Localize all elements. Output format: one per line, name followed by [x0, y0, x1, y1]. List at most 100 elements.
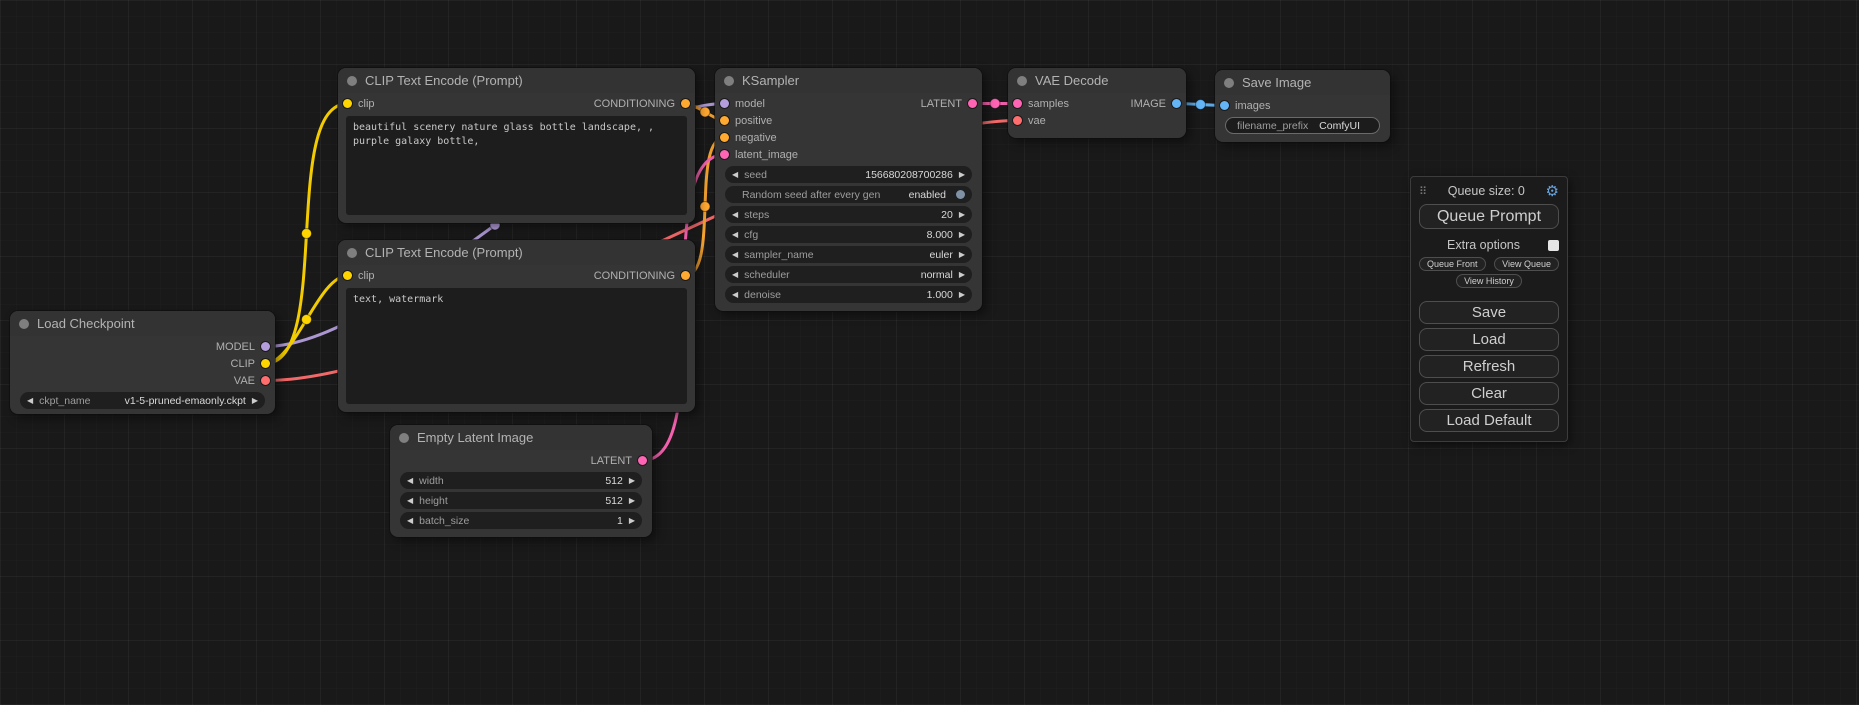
prompt-textarea[interactable]: beautiful scenery nature glass bottle la… — [346, 116, 687, 215]
extra-options-row: Extra options — [1419, 237, 1559, 253]
node-load-checkpoint[interactable]: Load Checkpoint MODEL CLIP VAE ◀ ckpt_na… — [10, 311, 275, 414]
port-dot-vae-input[interactable] — [1013, 116, 1022, 125]
node-title-label: KSampler — [742, 73, 799, 88]
decrement-arrow-icon[interactable]: ◀ — [732, 251, 738, 259]
decrement-arrow-icon[interactable]: ◀ — [407, 497, 413, 505]
increment-arrow-icon[interactable]: ▶ — [959, 291, 965, 299]
port-dot-vae-output[interactable] — [261, 376, 270, 385]
port-dot-latent-output[interactable] — [638, 456, 647, 465]
decrement-arrow-icon[interactable]: ◀ — [732, 271, 738, 279]
port-dot-model-input[interactable] — [720, 99, 729, 108]
output-slot-model: MODEL — [10, 338, 275, 355]
decrement-arrow-icon[interactable]: ◀ — [27, 397, 33, 405]
node-ksampler[interactable]: KSampler model positive negative latent_… — [715, 68, 982, 311]
node-empty-latent-image[interactable]: Empty Latent Image LATENT ◀ width 512 ▶ … — [390, 425, 652, 537]
queue-prompt-button[interactable]: Queue Prompt — [1419, 204, 1559, 229]
widget-batch-size[interactable]: ◀ batch_size 1 ▶ — [400, 512, 642, 529]
collapse-dot[interactable] — [724, 76, 734, 86]
node-save-image[interactable]: Save Image images filename_prefix ComfyU… — [1215, 70, 1390, 142]
settings-gear-icon[interactable]: ⚙ — [1546, 184, 1559, 199]
increment-arrow-icon[interactable]: ▶ — [629, 477, 635, 485]
increment-arrow-icon[interactable]: ▶ — [629, 517, 635, 525]
increment-arrow-icon[interactable]: ▶ — [959, 271, 965, 279]
collapse-dot[interactable] — [399, 433, 409, 443]
port-dot-negative-input[interactable] — [720, 133, 729, 142]
widget-random-seed-toggle[interactable]: Random seed after every gen enabled — [725, 186, 972, 203]
decrement-arrow-icon[interactable]: ◀ — [732, 291, 738, 299]
port-dot-images-input[interactable] — [1220, 101, 1229, 110]
output-slot-vae: VAE — [10, 372, 275, 389]
widget-cfg[interactable]: ◀ cfg 8.000 ▶ — [725, 226, 972, 243]
load-default-button[interactable]: Load Default — [1419, 409, 1559, 432]
collapse-dot[interactable] — [347, 76, 357, 86]
widget-filename-prefix[interactable]: filename_prefix ComfyUI — [1225, 117, 1380, 134]
widget-denoise[interactable]: ◀ denoise 1.000 ▶ — [725, 286, 972, 303]
collapse-dot[interactable] — [19, 319, 29, 329]
drag-handle-icon[interactable]: ⠿ — [1419, 185, 1427, 198]
increment-arrow-icon[interactable]: ▶ — [959, 231, 965, 239]
decrement-arrow-icon[interactable]: ◀ — [732, 171, 738, 179]
port-dot-latent-output[interactable] — [968, 99, 977, 108]
widget-width[interactable]: ◀ width 512 ▶ — [400, 472, 642, 489]
node-header[interactable]: VAE Decode — [1008, 68, 1186, 93]
widget-ckpt-name[interactable]: ◀ ckpt_name v1-5-pruned-emaonly.ckpt ▶ — [20, 392, 265, 409]
decrement-arrow-icon[interactable]: ◀ — [732, 231, 738, 239]
node-clip-text-encode-negative[interactable]: CLIP Text Encode (Prompt) clip CONDITION… — [338, 240, 695, 412]
node-header[interactable]: Save Image — [1215, 70, 1390, 95]
increment-arrow-icon[interactable]: ▶ — [959, 211, 965, 219]
node-clip-text-encode-positive[interactable]: CLIP Text Encode (Prompt) clip CONDITION… — [338, 68, 695, 223]
widget-scheduler[interactable]: ◀ scheduler normal ▶ — [725, 266, 972, 283]
widget-seed[interactable]: ◀ seed 156680208700286 ▶ — [725, 166, 972, 183]
collapse-dot[interactable] — [1017, 76, 1027, 86]
port-dot-conditioning-output[interactable] — [681, 99, 690, 108]
output-slot-clip: CLIP — [10, 355, 275, 372]
node-header[interactable]: Empty Latent Image — [390, 425, 652, 450]
node-header[interactable]: KSampler — [715, 68, 982, 93]
port-dot-clip-output[interactable] — [261, 359, 270, 368]
slot-label: clip — [358, 98, 375, 110]
increment-arrow-icon[interactable]: ▶ — [959, 251, 965, 259]
node-title-label: Save Image — [1242, 75, 1311, 90]
node-header[interactable]: Load Checkpoint — [10, 311, 275, 336]
collapse-dot[interactable] — [347, 248, 357, 258]
widget-steps[interactable]: ◀ steps 20 ▶ — [725, 206, 972, 223]
extra-options-checkbox[interactable] — [1548, 240, 1559, 251]
node-vae-decode[interactable]: VAE Decode samples IMAGE vae — [1008, 68, 1186, 138]
clear-button[interactable]: Clear — [1419, 382, 1559, 405]
port-dot-model-output[interactable] — [261, 342, 270, 351]
input-slot-images: images — [1215, 97, 1390, 114]
increment-arrow-icon[interactable]: ▶ — [629, 497, 635, 505]
prompt-textarea[interactable]: text, watermark — [346, 288, 687, 404]
input-slot-positive: positive — [715, 112, 982, 129]
node-header[interactable]: CLIP Text Encode (Prompt) — [338, 68, 695, 93]
port-dot-conditioning-output[interactable] — [681, 271, 690, 280]
port-dot-clip-input[interactable] — [343, 271, 352, 280]
node-header[interactable]: CLIP Text Encode (Prompt) — [338, 240, 695, 265]
save-button[interactable]: Save — [1419, 301, 1559, 324]
increment-arrow-icon[interactable]: ▶ — [959, 171, 965, 179]
view-queue-button[interactable]: View Queue — [1494, 257, 1559, 271]
widget-height[interactable]: ◀ height 512 ▶ — [400, 492, 642, 509]
wire-midpoint-dot — [302, 229, 312, 239]
port-dot-clip-input[interactable] — [343, 99, 352, 108]
widget-sampler-name[interactable]: ◀ sampler_name euler ▶ — [725, 246, 972, 263]
port-dot-samples-input[interactable] — [1013, 99, 1022, 108]
view-history-button[interactable]: View History — [1456, 274, 1522, 288]
queue-front-button[interactable]: Queue Front — [1419, 257, 1486, 271]
collapse-dot[interactable] — [1224, 78, 1234, 88]
slot-label: vae — [1028, 115, 1046, 127]
port-dot-image-output[interactable] — [1172, 99, 1181, 108]
increment-arrow-icon[interactable]: ▶ — [252, 397, 258, 405]
output-slot-image: IMAGE — [1131, 98, 1181, 110]
port-dot-latent-input[interactable] — [720, 150, 729, 159]
load-button[interactable]: Load — [1419, 328, 1559, 351]
slot-label: IMAGE — [1131, 98, 1166, 110]
comfyui-canvas[interactable]: { "ui": { "arrow_left": "◀", "arrow_righ… — [0, 0, 1859, 705]
decrement-arrow-icon[interactable]: ◀ — [732, 211, 738, 219]
decrement-arrow-icon[interactable]: ◀ — [407, 517, 413, 525]
slot-label: LATENT — [591, 455, 632, 467]
port-dot-positive-input[interactable] — [720, 116, 729, 125]
refresh-button[interactable]: Refresh — [1419, 355, 1559, 378]
decrement-arrow-icon[interactable]: ◀ — [407, 477, 413, 485]
toggle-knob-icon[interactable] — [956, 190, 965, 199]
